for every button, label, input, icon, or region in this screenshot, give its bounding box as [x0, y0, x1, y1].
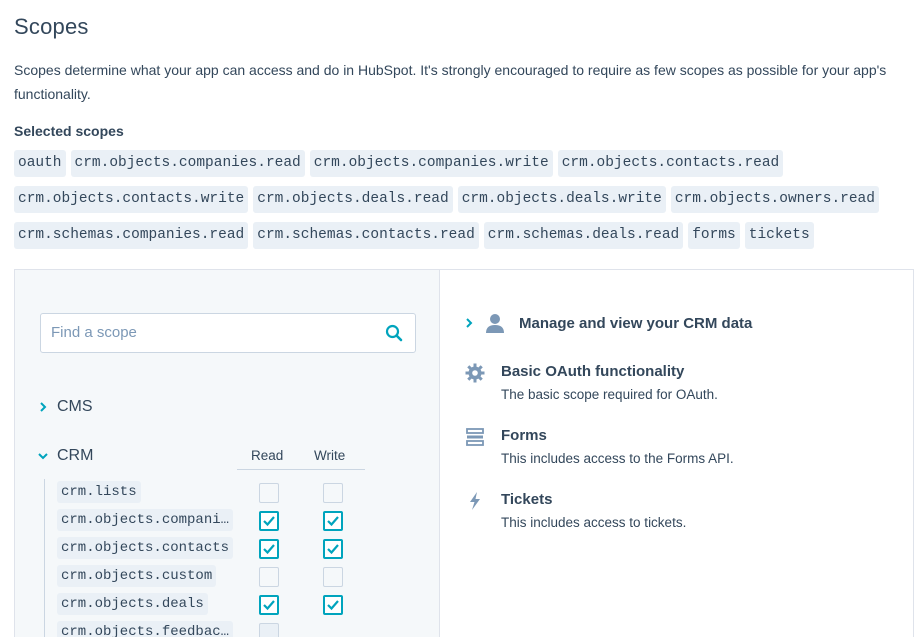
scope-summary-item: Basic OAuth functionality The basic scop… [465, 363, 718, 402]
checkmark-icon [327, 516, 339, 527]
read-checkbox[interactable] [259, 595, 279, 615]
chevron-right-icon [463, 317, 475, 329]
write-checkbox[interactable] [323, 567, 343, 587]
scope-tag: crm.objects.companies.read [70, 150, 305, 177]
chevron-down-icon [37, 450, 49, 462]
scope-tag: crm.objects.contacts.write [14, 186, 249, 213]
scope-name: crm.objects.feedbac… [57, 621, 234, 637]
crm-group-toggle[interactable]: Manage and view your CRM data [463, 313, 752, 333]
scope-name: crm.objects.contacts [57, 537, 234, 559]
scope-tag: crm.objects.deals.write [457, 186, 666, 213]
category-label: CRM [57, 447, 94, 464]
selected-scopes-row: crm.schemas.companies.read crm.schemas.c… [14, 222, 914, 249]
scope-row: crm.objects.contacts [57, 537, 234, 559]
search-icon[interactable] [385, 324, 403, 342]
scope-tag: oauth [14, 150, 66, 177]
category-cms[interactable]: CMS [37, 398, 93, 416]
scope-tag: tickets [744, 222, 814, 249]
search-input[interactable]: Find a scope [40, 313, 416, 353]
scope-tag: crm.objects.deals.read [253, 186, 453, 213]
scope-summary-desc: This includes access to the Forms API. [501, 451, 734, 466]
read-checkbox[interactable] [259, 483, 279, 503]
scope-tag: crm.objects.companies.write [309, 150, 553, 177]
read-checkbox[interactable] [259, 511, 279, 531]
checkmark-icon [327, 544, 339, 555]
scope-tag: crm.objects.contacts.read [557, 150, 784, 177]
scope-row: crm.objects.feedbac… [57, 621, 234, 637]
user-icon [485, 313, 505, 333]
scope-tag: crm.schemas.deals.read [483, 222, 684, 249]
crm-group-label: Manage and view your CRM data [519, 314, 753, 332]
selected-scopes-row: oauth crm.objects.companies.read crm.obj… [14, 150, 914, 177]
write-checkbox[interactable] [323, 539, 343, 559]
read-checkbox[interactable] [259, 539, 279, 559]
scope-name: crm.lists [57, 481, 141, 503]
column-header-read: Read [251, 448, 284, 463]
scope-summary-desc: This includes access to tickets. [501, 515, 687, 530]
column-header-write: Write [314, 448, 346, 463]
read-checkbox[interactable] [259, 567, 279, 587]
scope-summary: Manage and view your CRM data Basic OAut… [441, 270, 913, 637]
scope-name: crm.objects.deals [57, 593, 208, 615]
tree-guide-line [44, 479, 45, 637]
checkmark-icon [263, 600, 275, 611]
page-description: Scopes determine what your app can acces… [14, 62, 887, 102]
scope-row: crm.lists [57, 481, 141, 503]
read-checkbox[interactable] [259, 623, 279, 637]
scope-row: crm.objects.custom [57, 565, 217, 587]
scope-row: crm.objects.deals [57, 593, 208, 615]
scope-name: crm.objects.compani… [57, 509, 234, 531]
column-divider [237, 469, 365, 470]
scope-tag: crm.schemas.contacts.read [253, 222, 479, 249]
scope-summary-title: Basic OAuth functionality [501, 363, 685, 380]
selected-scopes-row: crm.objects.contacts.write crm.objects.d… [14, 186, 914, 213]
category-crm[interactable]: CRM [37, 447, 93, 465]
scope-tag: forms [688, 222, 740, 249]
scope-row: crm.objects.compani… [57, 509, 234, 531]
chevron-right-icon [37, 401, 49, 413]
scope-picker: Find a scope CMS CRM Read Write crm.list… [15, 270, 440, 637]
write-checkbox[interactable] [323, 511, 343, 531]
selected-scopes-list: oauth crm.objects.companies.read crm.obj… [14, 150, 914, 258]
forms-icon [465, 427, 485, 447]
page-title: Scopes [14, 14, 89, 39]
category-label: CMS [57, 398, 93, 415]
scope-summary-title: Forms [501, 427, 547, 444]
scope-summary-item: Tickets This includes access to tickets. [465, 491, 686, 530]
scope-tag: crm.objects.owners.read [670, 186, 879, 213]
scopes-panel: Find a scope CMS CRM Read Write crm.list… [14, 269, 914, 637]
write-checkbox[interactable] [323, 483, 343, 503]
gear-icon [465, 363, 485, 383]
checkmark-icon [327, 600, 339, 611]
lightning-icon [465, 491, 485, 511]
scope-summary-item: Forms This includes access to the Forms … [465, 427, 734, 466]
scope-name: crm.objects.custom [57, 565, 217, 587]
checkmark-icon [263, 544, 275, 555]
selected-scopes-heading: Selected scopes [14, 123, 124, 139]
checkmark-icon [263, 516, 275, 527]
scope-summary-desc: The basic scope required for OAuth. [501, 387, 718, 402]
write-checkbox[interactable] [323, 595, 343, 615]
scope-summary-title: Tickets [501, 491, 553, 508]
scope-tag: crm.schemas.companies.read [14, 222, 249, 249]
search-placeholder: Find a scope [51, 324, 137, 341]
